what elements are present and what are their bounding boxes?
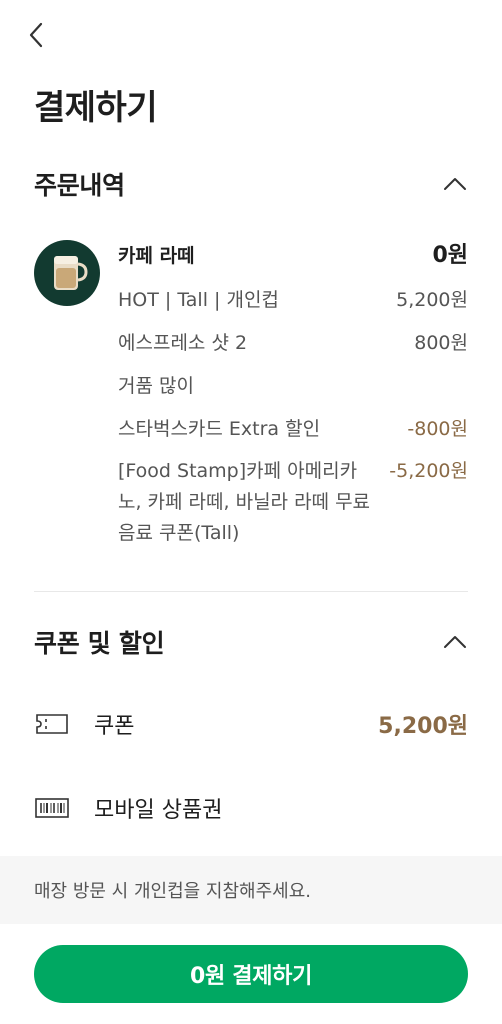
option-label: 에스프레소 샷 2	[118, 332, 248, 354]
coupon-row[interactable]: 쿠폰 5,200원	[34, 708, 468, 740]
coupon-discount-price: -5,200원	[389, 460, 468, 482]
coupon-value: 5,200원	[378, 714, 468, 739]
discount-section-header[interactable]: 쿠폰 및 할인	[34, 624, 468, 660]
chevron-left-icon	[29, 22, 43, 48]
option-label: 거품 많이	[118, 375, 194, 397]
option-label: HOT | Tall | 개인컵	[118, 289, 279, 311]
coupon-discount-label: [Food Stamp]카페 아메리카노, 카페 라떼, 바닐라 라떼 무료 음…	[118, 460, 371, 544]
notice-text: 매장 방문 시 개인컵을 지참해주세요.	[34, 881, 312, 902]
order-section-header[interactable]: 주문내역	[34, 166, 468, 202]
notice-bar: 매장 방문 시 개인컵을 지참해주세요.	[0, 856, 502, 924]
pay-button-label: 0원 결제하기	[189, 964, 313, 989]
product-name: 카페 라떼	[118, 245, 195, 267]
discount-section-title: 쿠폰 및 할인	[34, 629, 165, 658]
chevron-up-icon[interactable]	[442, 634, 468, 650]
ticket-icon	[34, 711, 74, 737]
page-title: 결제하기	[34, 88, 158, 128]
back-button[interactable]	[22, 18, 50, 52]
gift-card-label: 모바일 상품권	[94, 798, 223, 823]
barcode-icon	[34, 795, 74, 821]
product-price: 0원	[432, 243, 468, 268]
option-price: 5,200원	[396, 289, 468, 311]
chevron-up-icon[interactable]	[442, 176, 468, 192]
product-row: 카페 라떼 0원	[118, 241, 468, 271]
option-price: 800원	[414, 332, 468, 354]
latte-mug-icon	[54, 256, 88, 290]
option-row: HOT | Tall | 개인컵 5,200원	[118, 285, 468, 315]
pay-button[interactable]: 0원 결제하기	[34, 945, 468, 1003]
gift-card-row[interactable]: 모바일 상품권	[34, 792, 468, 824]
product-thumbnail	[34, 240, 100, 306]
option-row: 거품 많이	[118, 371, 468, 401]
discount-row-extra: 스타벅스카드 Extra 할인 -800원	[118, 414, 468, 444]
section-divider	[34, 591, 468, 592]
coupon-label: 쿠폰	[94, 714, 135, 739]
order-section-title: 주문내역	[34, 171, 125, 200]
discount-label: 스타벅스카드 Extra 할인	[118, 418, 321, 440]
discount-price: -800원	[407, 418, 468, 440]
option-row: 에스프레소 샷 2 800원	[118, 328, 468, 358]
discount-row-coupon: [Food Stamp]카페 아메리카노, 카페 라떼, 바닐라 라떼 무료 음…	[118, 456, 468, 549]
